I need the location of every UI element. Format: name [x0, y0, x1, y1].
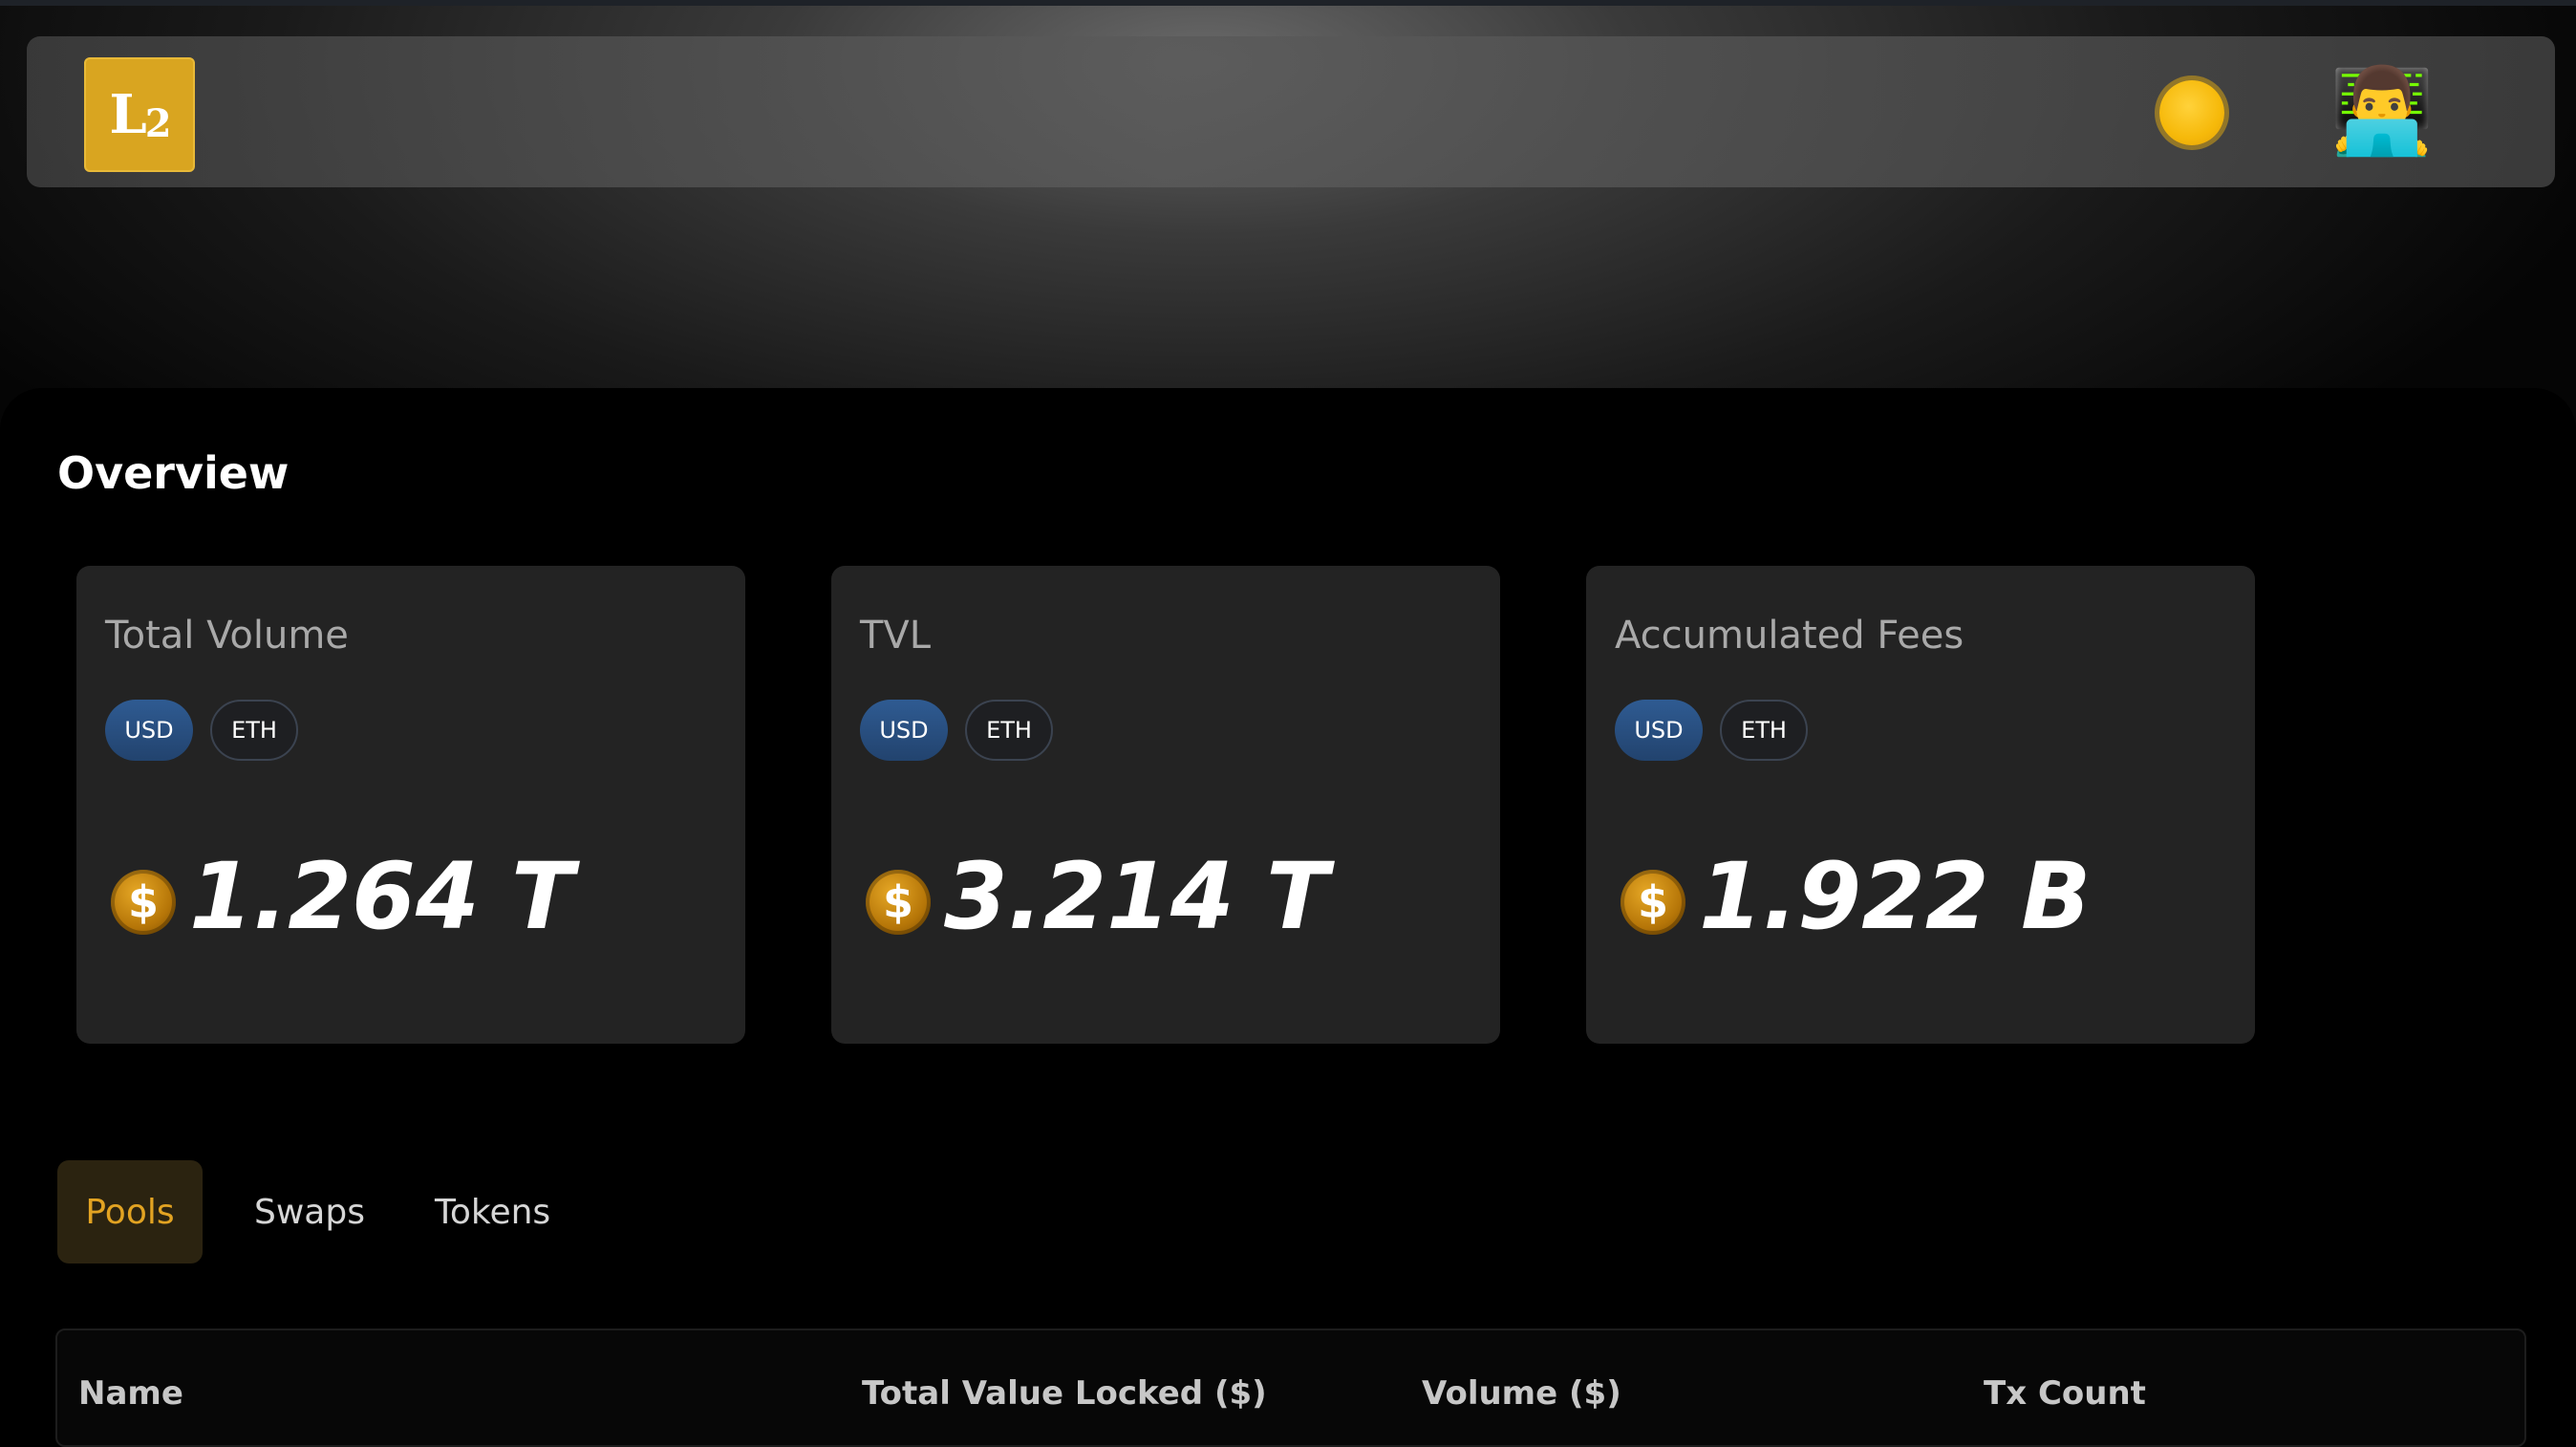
stat-value: 1.922 B	[1699, 843, 2092, 950]
sun-icon[interactable]	[2159, 80, 2224, 145]
column-header-name[interactable]: Name	[78, 1374, 183, 1413]
tab-pools[interactable]: Pools	[57, 1160, 203, 1263]
column-header-tvl[interactable]: Total Value Locked ($)	[862, 1374, 1267, 1413]
app-logo[interactable]: L2	[84, 57, 195, 172]
tab-swaps[interactable]: Swaps	[254, 1160, 365, 1263]
stat-card-tvl: TVL USD ETH $ 3.214 T	[831, 566, 1500, 1044]
dollar-coin-icon: $	[1621, 870, 1685, 935]
page-title: Overview	[57, 447, 290, 499]
usd-toggle-button[interactable]: USD	[105, 700, 193, 761]
stat-card-accumulated-fees: Accumulated Fees USD ETH $ 1.922 B	[1586, 566, 2255, 1044]
column-header-volume[interactable]: Volume ($)	[1422, 1374, 1621, 1413]
stat-value: 1.264 T	[189, 843, 574, 950]
eth-toggle-button[interactable]: ETH	[965, 700, 1053, 761]
stat-value: 3.214 T	[944, 843, 1329, 950]
logo-text: L	[109, 83, 146, 146]
eth-toggle-button[interactable]: ETH	[1720, 700, 1808, 761]
usd-toggle-button[interactable]: USD	[1615, 700, 1703, 761]
card-title: Accumulated Fees	[1615, 614, 1964, 658]
top-navbar: L2 👨‍💻	[27, 36, 2555, 187]
main-panel: Overview Total Volume USD ETH $ 1.264 T …	[0, 388, 2576, 1447]
tab-tokens[interactable]: Tokens	[435, 1160, 550, 1263]
avatar[interactable]: 👨‍💻	[2329, 63, 2435, 159]
dollar-coin-icon: $	[111, 870, 176, 935]
usd-toggle-button[interactable]: USD	[860, 700, 948, 761]
pools-table-header: Name Total Value Locked ($) Volume ($) T…	[55, 1328, 2526, 1447]
eth-toggle-button[interactable]: ETH	[210, 700, 298, 761]
stat-card-total-volume: Total Volume USD ETH $ 1.264 T	[76, 566, 745, 1044]
card-title: TVL	[860, 614, 932, 658]
logo-subscript: 2	[144, 100, 172, 146]
column-header-tx-count[interactable]: Tx Count	[1984, 1374, 2146, 1413]
dollar-coin-icon: $	[866, 870, 931, 935]
card-title: Total Volume	[105, 614, 349, 658]
